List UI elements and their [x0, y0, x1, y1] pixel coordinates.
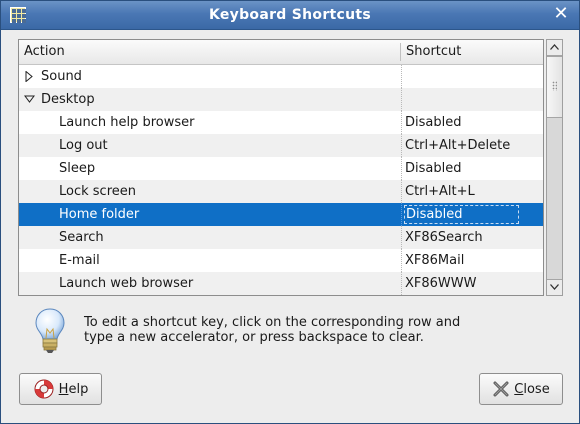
table-row[interactable]: Log out Ctrl+Alt+Delete: [19, 134, 543, 157]
shortcut-cell[interactable]: XF86Search: [405, 226, 483, 249]
action-cell: Launch web browser: [59, 276, 194, 291]
lifebuoy-icon: [34, 379, 54, 399]
table-row[interactable]: Home folder Disabled: [19, 203, 543, 226]
close-button-label: Close: [514, 381, 550, 397]
grip-icon: [552, 81, 557, 91]
tree-category-row[interactable]: Sound: [19, 65, 543, 88]
help-button[interactable]: Help: [19, 373, 102, 405]
shortcut-cell[interactable]: Disabled: [404, 205, 519, 224]
tree-category-row[interactable]: Desktop: [19, 88, 543, 111]
column-header-shortcut[interactable]: Shortcut: [406, 44, 461, 59]
scroll-down-arrow-icon[interactable]: [547, 279, 562, 295]
action-cell: Search: [59, 230, 104, 245]
table-row[interactable]: E-mail XF86Mail: [19, 249, 543, 272]
tree-rows: Sound Desktop Launch help browser Disabled L…: [19, 65, 543, 295]
table-row[interactable]: Lock screen Ctrl+Alt+L: [19, 180, 543, 203]
title-bar[interactable]: Keyboard Shortcuts ✕: [1, 1, 579, 30]
column-divider: [401, 134, 402, 157]
table-row[interactable]: Sleep Disabled: [19, 157, 543, 180]
column-divider: [401, 65, 402, 88]
column-header-action[interactable]: Action: [24, 44, 65, 59]
column-divider: [401, 203, 402, 226]
help-button-label: Help: [58, 381, 89, 397]
action-cell: Lock screen: [59, 184, 136, 199]
vertical-scrollbar[interactable]: [546, 39, 563, 296]
column-divider: [401, 157, 402, 180]
column-divider: [401, 88, 402, 111]
instruction-text: To edit a shortcut key, click on the cor…: [84, 315, 461, 345]
scroll-up-arrow-icon[interactable]: [547, 40, 562, 56]
shortcut-cell[interactable]: Disabled: [405, 157, 461, 180]
column-header-row: Action Shortcut: [19, 40, 543, 65]
action-cell: Launch help browser: [59, 115, 195, 130]
action-cell: Home folder: [59, 207, 140, 222]
lightbulb-icon: [33, 307, 67, 355]
shortcut-cell[interactable]: Ctrl+Alt+L: [405, 180, 475, 203]
window-title: Keyboard Shortcuts: [208, 7, 372, 23]
table-row[interactable]: Launch web browser XF86WWW: [19, 272, 543, 295]
shortcut-cell[interactable]: Ctrl+Alt+Delete: [405, 134, 510, 157]
scroll-thumb[interactable]: [547, 56, 562, 118]
action-cell: E-mail: [59, 253, 100, 268]
close-button[interactable]: Close: [479, 373, 563, 405]
window-close-icon[interactable]: ✕: [551, 4, 571, 24]
column-divider: [401, 272, 402, 295]
column-divider: [401, 226, 402, 249]
shortcut-cell[interactable]: Disabled: [405, 111, 461, 134]
shortcuts-tree-view[interactable]: Action Shortcut Sound Desktop Launch help …: [18, 39, 544, 296]
shortcut-cell[interactable]: XF86WWW: [405, 272, 477, 295]
table-row[interactable]: Search XF86Search: [19, 226, 543, 249]
column-divider: [401, 180, 402, 203]
keyboard-shortcuts-dialog: Keyboard Shortcuts ✕ Action Shortcut Sou…: [0, 0, 580, 424]
expander-open-icon[interactable]: [24, 88, 36, 111]
action-cell: Sound: [41, 69, 82, 84]
action-cell: Sleep: [59, 161, 96, 176]
shortcut-cell[interactable]: XF86Mail: [405, 249, 464, 272]
column-divider: [401, 111, 402, 134]
column-separator: [400, 43, 401, 61]
action-cell: Desktop: [41, 92, 95, 107]
expander-closed-icon[interactable]: [24, 65, 36, 88]
close-x-icon: [493, 381, 509, 397]
table-row[interactable]: Launch help browser Disabled: [19, 111, 543, 134]
column-divider: [401, 249, 402, 272]
action-cell: Log out: [59, 138, 108, 153]
